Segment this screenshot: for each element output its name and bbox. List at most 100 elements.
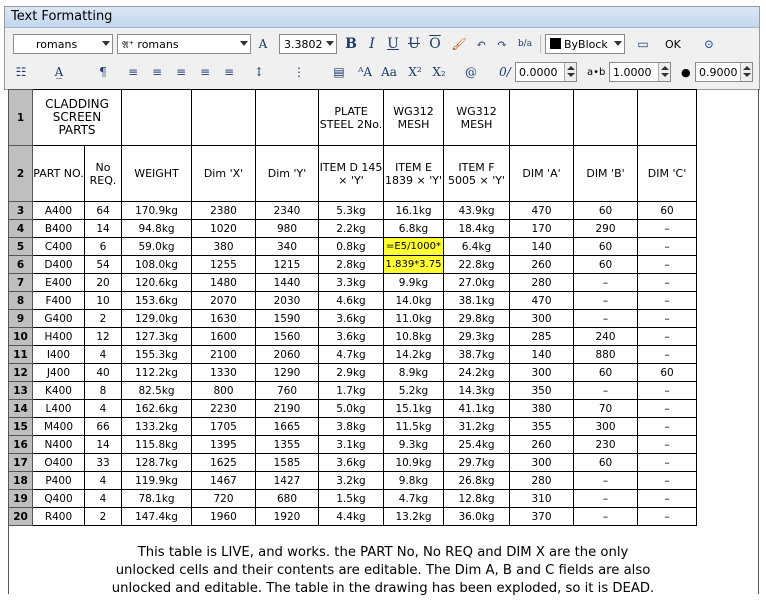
table-cell[interactable]: 2.2kg <box>318 219 384 238</box>
table-cell[interactable]: – <box>637 417 697 436</box>
table-cell[interactable]: 300 <box>509 309 574 328</box>
table-cell[interactable]: B400 <box>32 219 85 238</box>
annotative-icon[interactable]: A <box>253 34 273 54</box>
overline-button[interactable]: O <box>425 34 445 54</box>
table-cell[interactable]: 4 <box>84 471 122 490</box>
table-cell[interactable]: 1330 <box>191 363 256 382</box>
table-cell[interactable]: 230 <box>573 435 638 454</box>
table-cell[interactable]: 470 <box>509 201 574 220</box>
table-cell[interactable]: – <box>637 507 697 526</box>
table-cell[interactable]: 1215 <box>255 255 319 274</box>
line-spacing-icon[interactable]: ↕ <box>249 62 269 82</box>
table-cell[interactable]: 1560 <box>255 327 319 346</box>
table-cell[interactable]: 94.8kg <box>121 219 192 238</box>
table-cell[interactable]: 10.8kg <box>383 327 444 346</box>
table-cell[interactable]: – <box>637 237 697 256</box>
table-cell[interactable]: – <box>637 291 697 310</box>
table-cell[interactable]: 38.1kg <box>443 291 510 310</box>
table-cell[interactable]: 1440 <box>255 273 319 292</box>
table-cell[interactable]: E400 <box>32 273 85 292</box>
table-cell[interactable]: 120.6kg <box>121 273 192 292</box>
table-title[interactable]: CLADDING SCREEN PARTS <box>32 89 122 146</box>
table-cell[interactable]: 1.7kg <box>318 381 384 400</box>
justify-icon[interactable]: ≡ <box>195 62 215 82</box>
table-cell[interactable]: 760 <box>255 381 319 400</box>
table-cell[interactable]: 300 <box>573 417 638 436</box>
table-cell[interactable]: N400 <box>32 435 85 454</box>
table-cell[interactable]: 300 <box>509 453 574 472</box>
table-cell[interactable]: – <box>573 381 638 400</box>
table-cell[interactable]: – <box>637 399 697 418</box>
table-cell[interactable]: 4.4kg <box>318 507 384 526</box>
table-cell[interactable]: R400 <box>32 507 85 526</box>
table-cell[interactable] <box>573 89 638 146</box>
table-cell[interactable]: 3.6kg <box>318 309 384 328</box>
table-cell[interactable]: – <box>637 219 697 238</box>
table-cell[interactable]: 14.2kg <box>383 345 444 364</box>
table-cell[interactable]: 14 <box>84 435 122 454</box>
table-cell[interactable]: 170 <box>509 219 574 238</box>
align-center-icon[interactable]: ≡ <box>147 62 167 82</box>
table-cell[interactable]: 5.2kg <box>383 381 444 400</box>
table-cell[interactable]: – <box>573 489 638 508</box>
table-cell[interactable]: 129.0kg <box>121 309 192 328</box>
table-cell[interactable]: 4.7kg <box>318 345 384 364</box>
table-cell[interactable] <box>509 89 574 146</box>
table-cell[interactable]: 2030 <box>255 291 319 310</box>
table-cell[interactable]: I400 <box>32 345 85 364</box>
table-cell[interactable]: 59.0kg <box>121 237 192 256</box>
plate-steel-header[interactable]: PLATE STEEL 2No. <box>318 89 384 146</box>
table-cell[interactable]: 1427 <box>255 471 319 490</box>
table-cell[interactable]: 60 <box>573 255 638 274</box>
table-cell[interactable]: 1920 <box>255 507 319 526</box>
table-cell[interactable]: 11.0kg <box>383 309 444 328</box>
table-cell[interactable]: 1467 <box>191 471 256 490</box>
table-cell[interactable]: 340 <box>255 237 319 256</box>
table-cell[interactable]: A400 <box>32 201 85 220</box>
table-cell[interactable]: 10 <box>84 291 122 310</box>
table-cell[interactable]: 115.8kg <box>121 435 192 454</box>
formula-cell-highlighted[interactable]: =E5/1000* <box>383 237 444 256</box>
table-cell[interactable]: 1.5kg <box>318 489 384 508</box>
table-cell[interactable]: L400 <box>32 399 85 418</box>
table-cell[interactable]: 119.9kg <box>121 471 192 490</box>
table-cell[interactable]: 6.8kg <box>383 219 444 238</box>
table-cell[interactable]: 2 <box>84 507 122 526</box>
table-cell[interactable]: 18.4kg <box>443 219 510 238</box>
table-cell[interactable]: 14.3kg <box>443 381 510 400</box>
table-cell[interactable]: 60 <box>573 201 638 220</box>
table-cell[interactable]: 350 <box>509 381 574 400</box>
table-cell[interactable]: 2340 <box>255 201 319 220</box>
table-cell[interactable]: 1480 <box>191 273 256 292</box>
text-height-dropdown[interactable]: 3.3802 <box>279 34 337 54</box>
table-cell[interactable]: 60 <box>573 363 638 382</box>
table-cell[interactable]: 140 <box>509 345 574 364</box>
table-cell[interactable] <box>121 89 192 146</box>
table-cell[interactable]: J400 <box>32 363 85 382</box>
table-cell[interactable]: 4.6kg <box>318 291 384 310</box>
symbol-button[interactable]: @ <box>461 62 481 82</box>
table-cell[interactable]: 8.9kg <box>383 363 444 382</box>
table-cell[interactable]: – <box>637 309 697 328</box>
table-cell[interactable]: 2.8kg <box>318 255 384 274</box>
table-cell[interactable]: 20 <box>84 273 122 292</box>
table-cell[interactable]: 127.3kg <box>121 327 192 346</box>
table-cell[interactable]: 1290 <box>255 363 319 382</box>
table-cell[interactable]: 310 <box>509 489 574 508</box>
undo-icon[interactable]: ↶ <box>471 34 491 54</box>
table-cell[interactable]: 66 <box>84 417 122 436</box>
table-cell[interactable]: 8 <box>84 381 122 400</box>
table-cell[interactable]: 54 <box>84 255 122 274</box>
table-cell[interactable]: – <box>637 255 697 274</box>
table-cell[interactable]: – <box>573 507 638 526</box>
table-cell[interactable]: 355 <box>509 417 574 436</box>
table-cell[interactable]: 27.0kg <box>443 273 510 292</box>
table-cell[interactable]: – <box>637 327 697 346</box>
table-cell[interactable]: 680 <box>255 489 319 508</box>
column-header[interactable]: ITEM E 1839 × 'Y' <box>383 145 444 202</box>
table-cell[interactable]: 1600 <box>191 327 256 346</box>
table-cell[interactable]: 0.8kg <box>318 237 384 256</box>
paragraph-icon[interactable]: ¶ <box>93 62 113 82</box>
table-cell[interactable]: 13.2kg <box>383 507 444 526</box>
table-cell[interactable]: 82.5kg <box>121 381 192 400</box>
